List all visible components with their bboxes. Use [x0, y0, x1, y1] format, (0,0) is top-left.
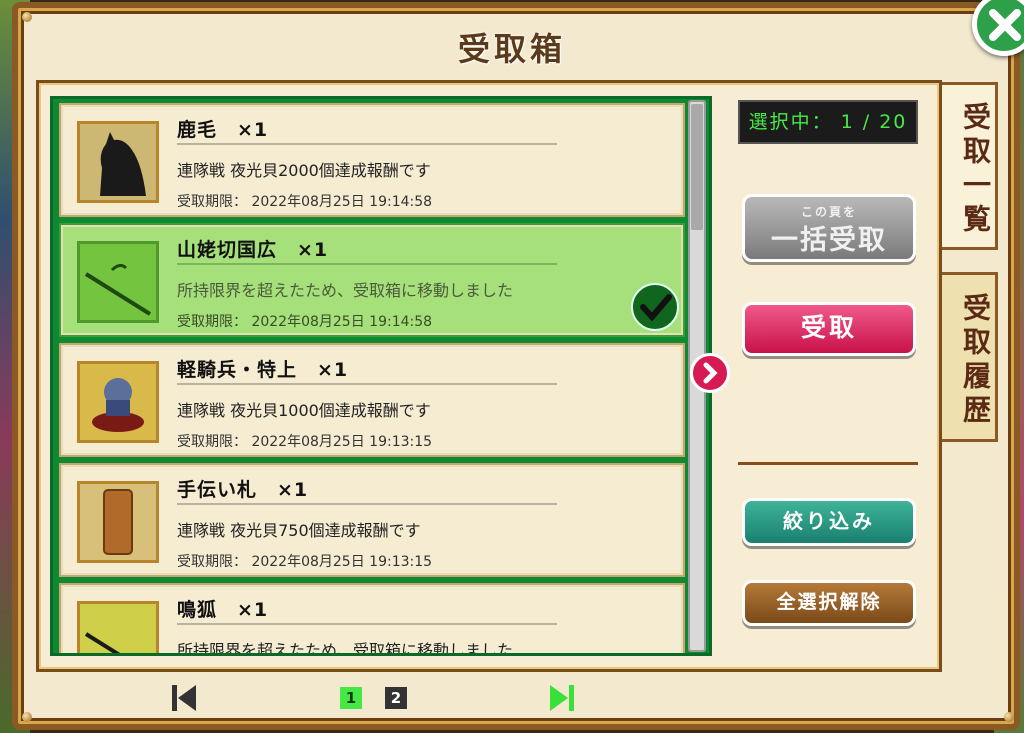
sword-icon — [77, 241, 159, 323]
page-1-button[interactable]: 1 — [340, 687, 362, 709]
tab-receive-list[interactable]: 受取一覧 — [942, 82, 998, 250]
item-description: 連隊戦 夜光貝750個達成報酬です — [177, 521, 421, 540]
side-divider — [738, 462, 918, 465]
scrollbar-thumb[interactable] — [691, 104, 703, 230]
item-description: 連隊戦 夜光貝1000個達成報酬です — [177, 401, 431, 420]
receive-button[interactable]: 受取 — [742, 302, 916, 356]
tab-receive-history[interactable]: 受取履歴 — [942, 272, 998, 442]
horse-icon — [77, 121, 159, 203]
item-name: 鹿毛 ×1 — [177, 119, 269, 141]
item-description: 連隊戦 夜光貝2000個達成報酬です — [177, 161, 431, 180]
list-item[interactable]: 鹿毛 ×1 連隊戦 夜光貝2000個達成報酬です 受取期限： 2022年08月2… — [59, 103, 685, 217]
list-item-selected[interactable]: 山姥切国広 ×1 所持限界を超えたため、受取箱に移動しました 受取期限： 202… — [59, 223, 685, 337]
item-name: 鳴狐 ×1 — [177, 599, 269, 621]
page-2-button[interactable]: 2 — [385, 687, 407, 709]
item-name: 山姥切国広 ×1 — [177, 239, 329, 261]
item-name: 手伝い札 ×1 — [177, 479, 309, 501]
item-description: 所持限界を超えたため、受取箱に移動しました — [177, 641, 514, 656]
filter-button[interactable]: 絞り込み — [742, 498, 916, 546]
first-page-icon — [172, 685, 196, 711]
bulk-receive-button[interactable]: この頁を 一括受取 — [742, 194, 916, 262]
rivet — [22, 712, 32, 722]
chevron-right-icon — [703, 362, 718, 384]
item-name: 軽騎兵・特上 ×1 — [177, 359, 349, 381]
item-deadline: 受取期限： 2022年08月25日 19:14:58 — [177, 194, 433, 210]
divider — [177, 503, 557, 505]
item-description: 所持限界を超えたため、受取箱に移動しました — [177, 281, 514, 300]
last-page-button[interactable] — [548, 683, 576, 713]
divider — [177, 623, 557, 625]
expand-button[interactable] — [690, 353, 730, 393]
helper-tag-icon — [77, 481, 159, 563]
list-item[interactable]: 軽騎兵・特上 ×1 連隊戦 夜光貝1000個達成報酬です 受取期限： 2022年… — [59, 343, 685, 457]
divider — [177, 143, 557, 145]
last-page-icon — [550, 685, 574, 711]
divider — [177, 263, 557, 265]
divider — [177, 383, 557, 385]
bulk-receive-label: 一括受取 — [771, 225, 887, 256]
rivet — [22, 12, 32, 22]
item-deadline: 受取期限： 2022年08月25日 19:13:15 — [177, 554, 433, 570]
sword-icon — [77, 601, 159, 653]
checkmark-icon — [631, 283, 679, 331]
close-icon — [989, 9, 1021, 41]
list-item[interactable]: 手伝い札 ×1 連隊戦 夜光貝750個達成報酬です 受取期限： 2022年08月… — [59, 463, 685, 577]
item-deadline: 受取期限： 2022年08月25日 19:13:15 — [177, 434, 433, 450]
selection-counter: 選択中： 1 / 20 — [738, 100, 918, 144]
deselect-all-button[interactable]: 全選択解除 — [742, 580, 916, 626]
bulk-receive-sublabel: この頁を — [800, 205, 857, 219]
rivet — [1004, 712, 1014, 722]
list-item[interactable]: 鳴狐 ×1 所持限界を超えたため、受取箱に移動しました — [59, 583, 685, 656]
item-list[interactable]: 鹿毛 ×1 連隊戦 夜光貝2000個達成報酬です 受取期限： 2022年08月2… — [50, 96, 712, 656]
cavalry-icon — [77, 361, 159, 443]
window-title: 受取箱 — [457, 30, 566, 68]
first-page-button[interactable] — [170, 683, 198, 713]
item-deadline: 受取期限： 2022年08月25日 19:14:58 — [177, 314, 433, 330]
